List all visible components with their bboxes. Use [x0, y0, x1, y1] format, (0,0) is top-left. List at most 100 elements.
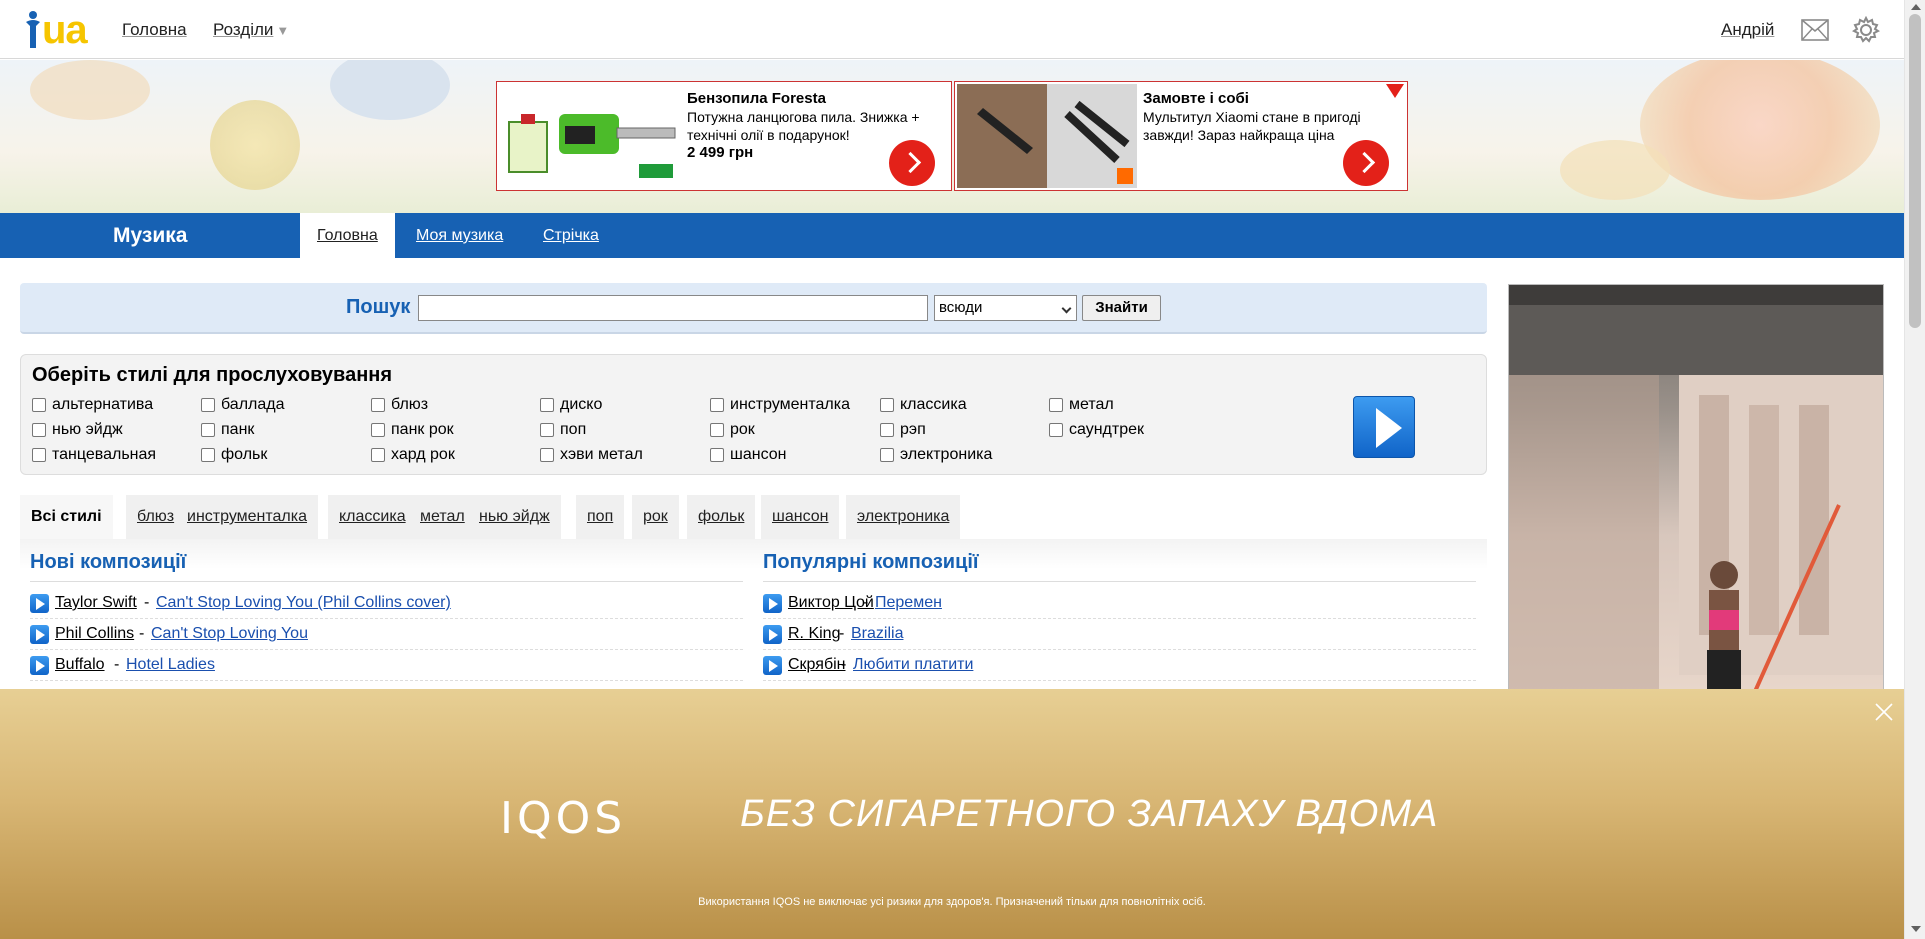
- multitool-ad-image: [957, 84, 1137, 188]
- checkbox[interactable]: [201, 398, 215, 412]
- artist-link[interactable]: Скрябін: [788, 656, 846, 674]
- search-button[interactable]: Знайти: [1082, 295, 1161, 321]
- banner-tree-decoration: [1560, 140, 1670, 200]
- chevron-down-icon: [1061, 303, 1072, 314]
- tab-feed[interactable]: Стрічка: [526, 213, 616, 258]
- play-icon[interactable]: [30, 594, 49, 613]
- track-row: Buffalo - Hotel Ladies: [30, 651, 743, 681]
- iqos-disclaimer: Використання IQOS не виключає усі ризики…: [698, 896, 1206, 908]
- style-label: хэви метал: [560, 446, 643, 463]
- checkbox[interactable]: [880, 423, 894, 437]
- checkbox[interactable]: [710, 398, 724, 412]
- user-profile-link[interactable]: Андрій: [1721, 20, 1774, 40]
- new-tracks-heading: Нові композиції: [30, 551, 187, 573]
- genre-tab[interactable]: Всі стилі: [20, 495, 114, 539]
- banner-tree-decoration: [30, 60, 150, 120]
- artist-link[interactable]: Taylor Swift: [55, 594, 137, 612]
- checkbox[interactable]: [1049, 398, 1063, 412]
- style-label: электроника: [900, 446, 993, 463]
- genre-tab[interactable]: нью эйдж: [468, 495, 562, 539]
- style-label: саундтрек: [1069, 421, 1145, 438]
- separator: -: [839, 625, 845, 642]
- separator: -: [139, 625, 145, 642]
- search-panel: Пошук всюди Знайти: [20, 283, 1487, 334]
- style-label: альтернатива: [52, 396, 154, 413]
- ad-go-arrow-icon[interactable]: [889, 140, 935, 186]
- play-icon[interactable]: [763, 656, 782, 675]
- checkbox[interactable]: [880, 398, 894, 412]
- genre-tab[interactable]: инструменталка: [176, 495, 320, 539]
- genre-tab[interactable]: классика: [328, 495, 418, 539]
- checkbox[interactable]: [201, 423, 215, 437]
- scroll-thumb[interactable]: [1909, 14, 1921, 328]
- ad-options-icon[interactable]: [1386, 84, 1404, 98]
- search-scope-value: всюди: [939, 299, 983, 316]
- mail-icon[interactable]: [1801, 19, 1829, 41]
- search-input[interactable]: [418, 295, 928, 321]
- scroll-down-arrow-icon[interactable]: [1911, 926, 1921, 932]
- artist-link[interactable]: Виктор Цой: [788, 594, 874, 612]
- checkbox[interactable]: [201, 448, 215, 462]
- iqos-slogan: БЕЗ СИГАРЕТНОГО ЗАПАХУ ВДОМА: [740, 793, 1439, 835]
- checkbox[interactable]: [371, 448, 385, 462]
- checkbox[interactable]: [540, 448, 554, 462]
- song-link[interactable]: Can't Stop Loving You: [151, 625, 308, 643]
- style-label: поп: [560, 421, 587, 438]
- checkbox[interactable]: [710, 423, 724, 437]
- checkbox[interactable]: [32, 448, 46, 462]
- ad-card-chainsaw[interactable]: Бензопила Foresta Потужна ланцюгова пила…: [496, 81, 952, 191]
- ad-price: 2 499 грн: [687, 144, 754, 161]
- checkbox[interactable]: [1049, 423, 1063, 437]
- song-link[interactable]: Любити платити: [853, 656, 973, 674]
- tab-home[interactable]: Головна: [300, 213, 395, 258]
- checkbox[interactable]: [540, 398, 554, 412]
- genre-tab[interactable]: рок: [632, 495, 680, 539]
- checkbox[interactable]: [32, 398, 46, 412]
- song-link[interactable]: Перемен: [875, 594, 942, 612]
- banner-tree-decoration: [1640, 60, 1880, 200]
- banner-cloud-decoration: [330, 60, 450, 120]
- genre-tab[interactable]: поп: [576, 495, 626, 539]
- side-ad-image[interactable]: [1508, 284, 1884, 704]
- ad-go-arrow-icon[interactable]: [1343, 140, 1389, 186]
- checkbox[interactable]: [540, 423, 554, 437]
- checkbox[interactable]: [371, 423, 385, 437]
- scroll-up-arrow-icon[interactable]: [1911, 4, 1921, 10]
- play-icon[interactable]: [763, 594, 782, 613]
- play-icon[interactable]: [30, 625, 49, 644]
- artist-link[interactable]: Buffalo: [55, 656, 105, 674]
- chainsaw-ad-image: [499, 84, 679, 188]
- tab-my-music[interactable]: Моя музика: [399, 213, 520, 258]
- play-selected-styles-button[interactable]: [1353, 396, 1415, 458]
- genre-tab[interactable]: метал: [409, 495, 477, 539]
- genre-tab[interactable]: шансон: [761, 495, 841, 539]
- nav-home-link[interactable]: Головна: [122, 20, 187, 40]
- checkbox[interactable]: [32, 423, 46, 437]
- checkbox[interactable]: [371, 398, 385, 412]
- track-row: Скрябін - Любити платити: [763, 651, 1476, 681]
- song-link[interactable]: Brazilia: [851, 625, 903, 643]
- play-icon[interactable]: [763, 625, 782, 644]
- ad-card-multitool[interactable]: Замовте і собі Мультитул Xiaomi стане в …: [954, 81, 1408, 191]
- style-label: панк рок: [391, 421, 454, 438]
- song-link[interactable]: Hotel Ladies: [126, 656, 215, 674]
- genre-tab[interactable]: фольк: [687, 495, 757, 539]
- page-scrollbar[interactable]: [1904, 0, 1925, 939]
- site-logo[interactable]: ua: [24, 8, 96, 52]
- artist-link[interactable]: R. King: [788, 625, 840, 643]
- iqos-overlay-ad[interactable]: IQOS БЕЗ СИГАРЕТНОГО ЗАПАХУ ВДОМА Викори…: [0, 689, 1904, 939]
- track-row: Taylor Swift - Can't Stop Loving You (Phil…: [30, 589, 743, 619]
- genre-tab[interactable]: электроника: [846, 495, 962, 539]
- gear-icon[interactable]: [1852, 16, 1880, 44]
- play-icon[interactable]: [30, 656, 49, 675]
- nav-sections-link[interactable]: Розділи ▼: [213, 20, 289, 40]
- chevron-down-icon: ▼: [276, 23, 290, 38]
- checkbox[interactable]: [710, 448, 724, 462]
- section-title: Музика: [113, 224, 188, 247]
- checkbox[interactable]: [880, 448, 894, 462]
- runner-photo: [1509, 285, 1883, 703]
- close-icon[interactable]: [1873, 701, 1895, 723]
- search-scope-select[interactable]: всюди: [934, 295, 1077, 321]
- artist-link[interactable]: Phil Collins: [55, 625, 134, 643]
- song-link[interactable]: Can't Stop Loving You (Phil Collins cove…: [156, 594, 451, 612]
